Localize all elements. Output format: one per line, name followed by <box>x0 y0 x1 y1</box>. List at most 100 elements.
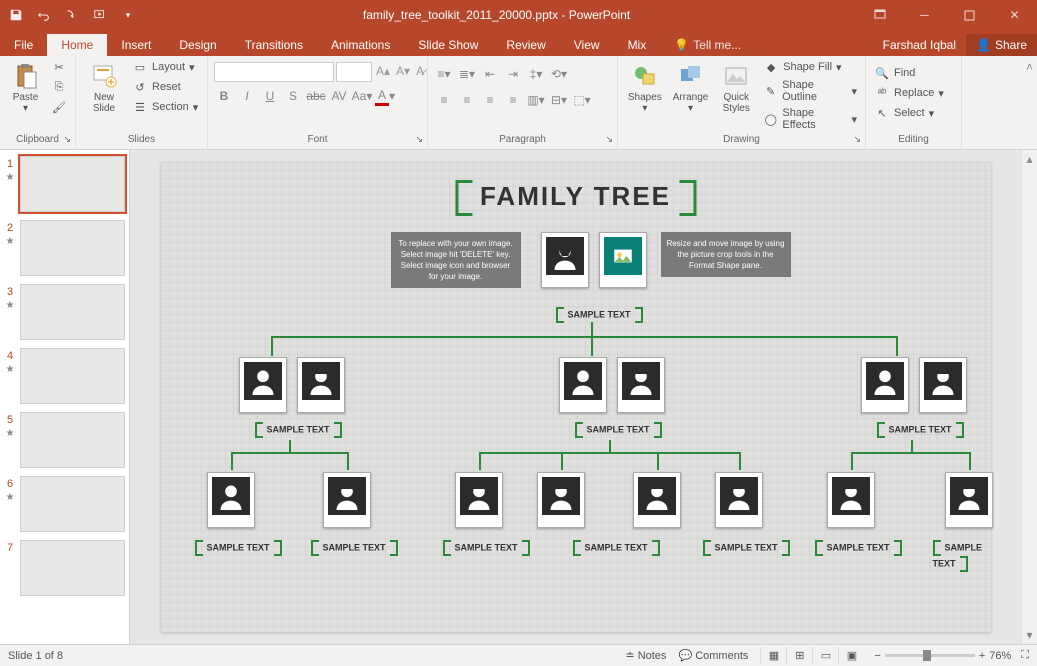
align-center-button[interactable]: ≡ <box>457 90 477 110</box>
sample-label[interactable]: SAMPLE TEXT <box>195 540 282 556</box>
text-direction-button[interactable]: ⟲▾ <box>549 64 569 84</box>
tab-mix[interactable]: Mix <box>614 34 661 56</box>
section-button[interactable]: ☰Section ▾ <box>130 98 200 116</box>
portrait[interactable] <box>537 472 585 528</box>
sample-label[interactable]: SAMPLE TEXT <box>311 540 398 556</box>
user-name[interactable]: Farshad Iqbal <box>873 34 966 56</box>
char-spacing-button[interactable]: AV <box>329 86 349 106</box>
tab-insert[interactable]: Insert <box>107 34 165 56</box>
qat-more-icon[interactable]: ▾ <box>120 7 136 23</box>
tab-review[interactable]: Review <box>492 34 559 56</box>
change-case-button[interactable]: Aa▾ <box>352 86 372 106</box>
cut-button[interactable]: ✂ <box>49 58 69 76</box>
portrait[interactable] <box>455 472 503 528</box>
sample-label[interactable]: SAMPLE TEXT <box>815 540 902 556</box>
sample-label[interactable]: SAMPLE TEXT <box>443 540 530 556</box>
quick-styles-button[interactable]: Quick Styles <box>715 58 757 114</box>
portrait[interactable] <box>323 472 371 528</box>
columns-button[interactable]: ▥▾ <box>526 90 546 110</box>
vertical-scrollbar[interactable]: ▴▾ <box>1021 150 1037 644</box>
select-button[interactable]: ↖Select ▾ <box>872 104 946 122</box>
maximize-icon[interactable] <box>947 0 992 30</box>
slide-canvas[interactable]: FAMILY TREE To replace with your own ima… <box>161 162 991 632</box>
save-icon[interactable] <box>8 7 24 23</box>
hint-right[interactable]: Resize and move image by using the pictu… <box>661 232 791 277</box>
portrait[interactable] <box>297 357 345 413</box>
zoom-level[interactable]: 76% <box>989 650 1011 662</box>
increase-indent-button[interactable]: ⇥ <box>503 64 523 84</box>
tab-slideshow[interactable]: Slide Show <box>404 34 492 56</box>
tab-animations[interactable]: Animations <box>317 34 404 56</box>
share-button[interactable]: 👤Share <box>966 34 1037 56</box>
portrait[interactable] <box>617 357 665 413</box>
portrait[interactable] <box>633 472 681 528</box>
decrease-font-icon[interactable]: A▾ <box>394 62 412 82</box>
tab-view[interactable]: View <box>560 34 614 56</box>
italic-button[interactable]: I <box>237 86 257 106</box>
increase-font-icon[interactable]: A▴ <box>374 62 392 82</box>
scroll-down-icon[interactable]: ▾ <box>1026 628 1032 642</box>
shape-fill-button[interactable]: ◆Shape Fill ▾ <box>761 58 859 76</box>
sample-label[interactable]: SAMPLE TEXT <box>703 540 790 556</box>
portrait[interactable] <box>207 472 255 528</box>
ribbon-options-icon[interactable] <box>857 0 902 30</box>
layout-button[interactable]: ▭Layout ▾ <box>130 58 200 76</box>
portrait[interactable] <box>827 472 875 528</box>
font-family-combo[interactable] <box>214 62 334 82</box>
tab-file[interactable]: File <box>0 34 47 56</box>
font-launcher-icon[interactable]: ↘ <box>415 134 423 145</box>
format-painter-button[interactable]: 🖌 <box>49 98 69 116</box>
numbering-button[interactable]: ≣▾ <box>457 64 477 84</box>
font-size-combo[interactable] <box>336 62 372 82</box>
zoom-in-button[interactable]: + <box>979 650 985 662</box>
thumbnail-1[interactable]: 1★ <box>4 156 125 212</box>
replace-button[interactable]: ᵃᵇReplace ▾ <box>872 84 946 102</box>
underline-button[interactable]: U <box>260 86 280 106</box>
shape-outline-button[interactable]: ✎Shape Outline ▾ <box>761 78 859 104</box>
thumbnail-5[interactable]: 5★ <box>4 412 125 468</box>
portrait[interactable] <box>715 472 763 528</box>
decrease-indent-button[interactable]: ⇤ <box>480 64 500 84</box>
align-left-button[interactable]: ≡ <box>434 90 454 110</box>
start-from-beginning-icon[interactable] <box>92 7 108 23</box>
fit-to-window-icon[interactable]: ⛶ <box>1021 649 1029 662</box>
notes-button[interactable]: ≐ Notes <box>625 649 666 662</box>
thumbnail-2[interactable]: 2★ <box>4 220 125 276</box>
tab-tellme[interactable]: 💡Tell me... <box>660 34 755 56</box>
tab-home[interactable]: Home <box>47 34 107 56</box>
sample-label[interactable]: SAMPLE TEXT <box>877 422 964 438</box>
align-text-button[interactable]: ⊟▾ <box>549 90 569 110</box>
sorter-view-icon[interactable]: ⊞ <box>786 647 812 665</box>
tab-design[interactable]: Design <box>165 34 230 56</box>
copy-button[interactable]: ⎘ <box>49 78 69 96</box>
normal-view-icon[interactable]: ▦ <box>760 647 786 665</box>
justify-button[interactable]: ≡ <box>503 90 523 110</box>
shape-effects-button[interactable]: ◯Shape Effects ▾ <box>761 106 859 132</box>
bold-button[interactable]: B <box>214 86 234 106</box>
portrait[interactable] <box>861 357 909 413</box>
find-button[interactable]: 🔍Find <box>872 64 946 82</box>
line-spacing-button[interactable]: ‡▾ <box>526 64 546 84</box>
hint-left[interactable]: To replace with your own image. Select i… <box>391 232 521 288</box>
zoom-slider[interactable] <box>885 654 975 657</box>
thumbnail-6[interactable]: 6★ <box>4 476 125 532</box>
thumbnail-3[interactable]: 3★ <box>4 284 125 340</box>
paragraph-launcher-icon[interactable]: ↘ <box>605 134 613 145</box>
redo-icon[interactable] <box>64 7 80 23</box>
thumbnail-7[interactable]: 7 <box>4 540 125 596</box>
comments-button[interactable]: 💬 Comments <box>678 649 748 662</box>
portrait[interactable] <box>541 232 589 288</box>
bullets-button[interactable]: ≡▾ <box>434 64 454 84</box>
sample-label[interactable]: SAMPLE TEXT <box>556 307 643 323</box>
portrait-placeholder[interactable] <box>599 232 647 288</box>
collapse-ribbon-icon[interactable]: ˄ <box>1026 60 1033 74</box>
slide-counter[interactable]: Slide 1 of 8 <box>8 650 63 662</box>
sample-label[interactable]: SAMPLE TEXT <box>575 422 662 438</box>
sample-label[interactable]: SAMPLE TEXT <box>255 422 342 438</box>
portrait[interactable] <box>559 357 607 413</box>
undo-icon[interactable] <box>36 7 52 23</box>
zoom-out-button[interactable]: − <box>874 650 880 662</box>
reset-button[interactable]: ↺Reset <box>130 78 200 96</box>
paste-button[interactable]: Paste▾ <box>6 58 45 114</box>
thumbnail-4[interactable]: 4★ <box>4 348 125 404</box>
